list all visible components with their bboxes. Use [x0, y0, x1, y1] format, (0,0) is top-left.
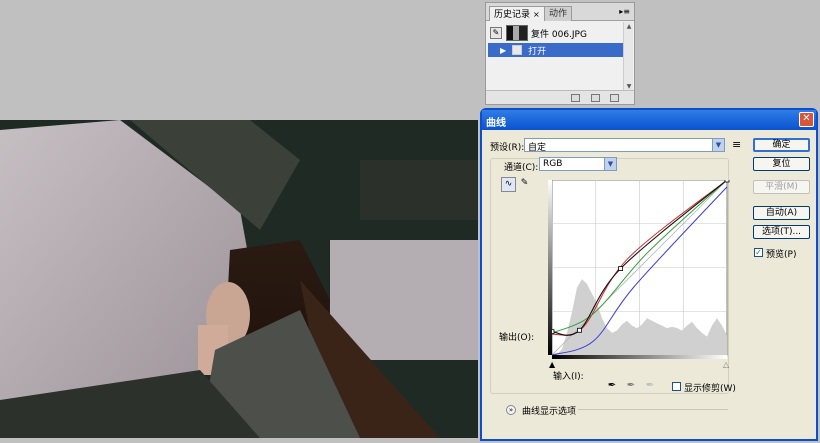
- history-panel: 历史记录 × 动作 ▸≡ ✎ 复件 006.JPG ▶ 打开 ▲ ▼: [485, 2, 635, 105]
- curves-dialog: 曲线 ✕ 预设(R): 自定 ▼ ≡ 确定 复位 平滑(M) 自动(A) 选项(…: [480, 108, 818, 441]
- auto-button[interactable]: 自动(A): [753, 206, 810, 220]
- snapshot-camera-icon[interactable]: [591, 94, 600, 102]
- reset-button[interactable]: 复位: [753, 157, 810, 171]
- preset-value: 自定: [528, 143, 547, 153]
- display-options-label: 曲线显示选项: [522, 407, 577, 417]
- preview-label: 预览(P): [766, 250, 797, 260]
- channel-label: 通道(C):: [504, 163, 539, 173]
- white-eyedropper-icon[interactable]: ✒: [644, 380, 656, 392]
- input-gradient-bar: [552, 355, 727, 359]
- chevron-down-icon[interactable]: ▼: [712, 139, 724, 151]
- curve-control-point[interactable]: [724, 180, 730, 183]
- preview-checkbox[interactable]: ✓: [754, 248, 763, 257]
- curve-control-point[interactable]: [577, 327, 582, 333]
- options-divider: [578, 409, 728, 410]
- new-document-from-state-icon[interactable]: [571, 94, 580, 102]
- snapshot-thumbnail: [506, 25, 528, 41]
- panel-menu-icon[interactable]: ▸≡: [619, 7, 630, 16]
- snapshot-name: 复件 006.JPG: [531, 29, 587, 40]
- history-brush-icon[interactable]: ✎: [490, 27, 502, 39]
- tab-history-label: 历史记录: [494, 10, 531, 20]
- history-tabbar: 历史记录 × 动作 ▸≡: [486, 3, 634, 21]
- output-gradient-bar: [548, 180, 552, 355]
- ok-button[interactable]: 确定: [753, 138, 810, 152]
- curve-control-point[interactable]: [552, 329, 555, 335]
- history-step-label: 打开: [528, 46, 547, 57]
- step-arrow-icon: ▶: [500, 45, 507, 55]
- pencil-tool-icon[interactable]: ✎: [517, 177, 532, 192]
- tab-actions[interactable]: 动作: [544, 6, 573, 21]
- white-point-slider-icon[interactable]: △: [723, 360, 729, 369]
- close-icon[interactable]: ✕: [799, 112, 814, 127]
- document-icon: [512, 45, 523, 55]
- chevron-down-icon[interactable]: ▼: [604, 158, 616, 170]
- smooth-button[interactable]: 平滑(M): [753, 180, 810, 194]
- gray-eyedropper-icon[interactable]: ✒: [625, 380, 637, 392]
- dialog-title: 曲线: [486, 118, 506, 129]
- tab-history[interactable]: 历史记录 ×: [489, 6, 545, 21]
- curve-point-tool-icon[interactable]: ∿: [501, 177, 516, 192]
- show-clipping-label: 显示修剪(W): [684, 384, 736, 394]
- history-snapshot[interactable]: ✎ 复件 006.JPG: [488, 23, 625, 43]
- history-bottom-bar: [486, 90, 634, 104]
- tab-close-icon[interactable]: ×: [533, 10, 540, 19]
- dialog-titlebar: 曲线 ✕: [482, 110, 816, 130]
- history-scrollbar[interactable]: ▲ ▼: [623, 22, 633, 92]
- trash-icon[interactable]: [610, 94, 619, 102]
- preset-menu-icon[interactable]: ≡: [732, 138, 741, 151]
- history-step[interactable]: ▶ 打开: [488, 43, 625, 57]
- options-button[interactable]: 选项(T)...: [753, 225, 810, 239]
- black-eyedropper-icon[interactable]: ✒: [606, 380, 618, 392]
- tab-actions-label: 动作: [549, 9, 568, 19]
- scroll-up-icon[interactable]: ▲: [625, 23, 633, 31]
- channel-select[interactable]: RGB ▼: [539, 157, 617, 171]
- photo-canvas: [0, 120, 478, 438]
- curve-control-point[interactable]: [618, 266, 624, 271]
- input-label: 输入(I):: [553, 372, 584, 382]
- curves-graph[interactable]: [552, 180, 732, 358]
- show-clipping-checkbox[interactable]: [672, 382, 681, 391]
- channel-value: RGB: [543, 159, 563, 169]
- expand-options-icon[interactable]: »: [506, 405, 516, 415]
- preset-select[interactable]: 自定 ▼: [524, 138, 725, 153]
- black-point-slider-icon[interactable]: ▲: [549, 360, 555, 369]
- photo-image: [0, 120, 478, 438]
- preset-label: 预设(R):: [490, 143, 525, 153]
- output-label: 输出(O):: [499, 333, 535, 343]
